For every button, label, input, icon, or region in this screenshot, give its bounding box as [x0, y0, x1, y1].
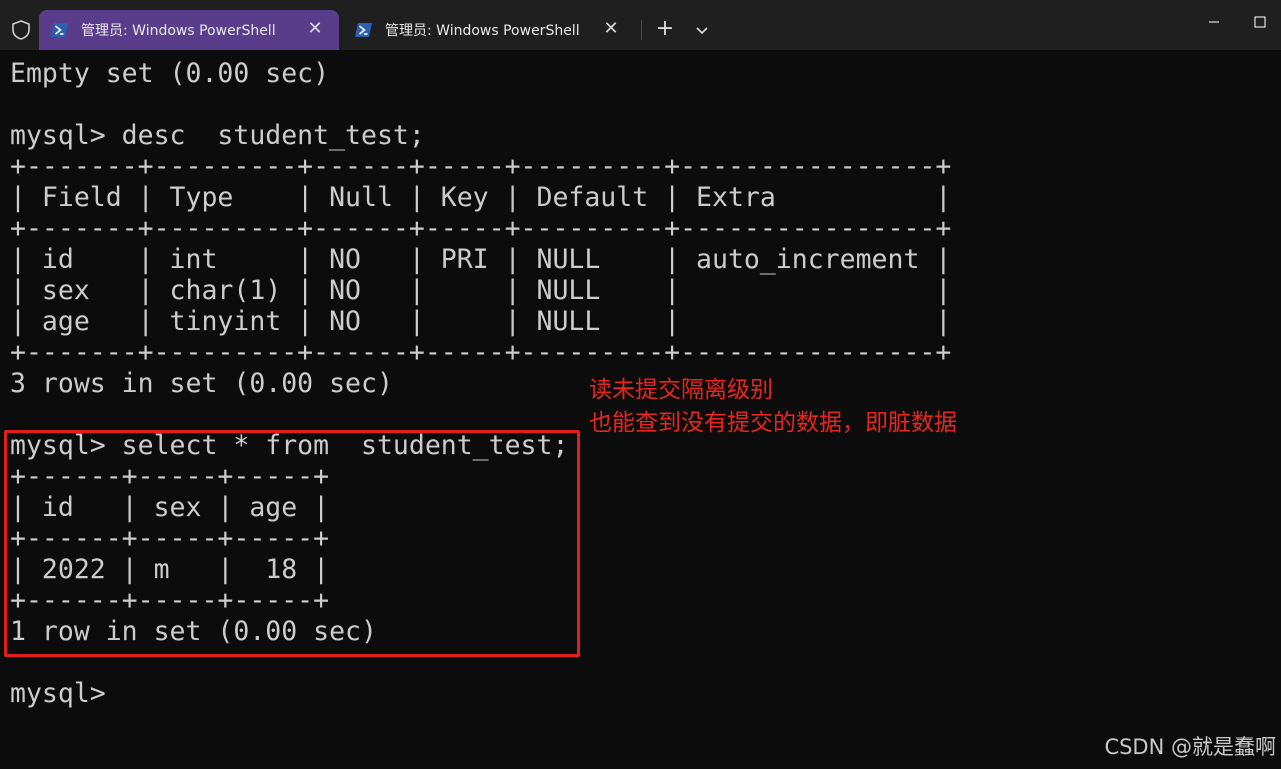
tab-separator	[641, 20, 642, 40]
terminal-line: | Field | Type | Null | Key | Default | …	[10, 182, 952, 213]
tab-title: 管理员: Windows PowerShell	[81, 23, 276, 39]
terminal-line: mysql> desc student_test;	[10, 120, 425, 151]
powershell-icon	[355, 23, 372, 37]
terminal-line: +-------+---------+------+-----+--------…	[10, 213, 952, 244]
tab-powershell-2[interactable]: 管理员: Windows PowerShell ✕	[343, 10, 635, 50]
annotation-line-1: 读未提交隔离级别	[589, 377, 773, 403]
title-bar: 管理员: Windows PowerShell ✕ 管理员: Windows P…	[0, 0, 1281, 50]
terminal-line: +-------+---------+------+-----+--------…	[10, 337, 952, 368]
powershell-icon	[51, 23, 68, 37]
minimize-icon[interactable]	[1191, 0, 1237, 46]
maximize-icon[interactable]	[1237, 0, 1281, 46]
terminal-line: | sex | char(1) | NO | | NULL | |	[10, 275, 952, 306]
new-tab-button[interactable]: +	[652, 14, 678, 44]
chevron-down-icon[interactable]	[690, 20, 714, 40]
tab-powershell-1[interactable]: 管理员: Windows PowerShell ✕	[39, 10, 339, 50]
watermark: CSDN @就是蠢啊	[1104, 735, 1276, 759]
close-tab-icon[interactable]: ✕	[307, 20, 323, 38]
terminal-line: | id | int | NO | PRI | NULL | auto_incr…	[10, 244, 952, 275]
highlight-box	[4, 430, 580, 657]
terminal-prompt: mysql>	[10, 678, 106, 709]
terminal-line: | age | tinyint | NO | | NULL | |	[10, 306, 952, 337]
shield-icon	[12, 20, 30, 40]
terminal-line: Empty set (0.00 sec)	[10, 58, 330, 89]
annotation: 读未提交隔离级别 也能查到没有提交的数据，即脏数据	[589, 374, 957, 440]
terminal-line: +-------+---------+------+-----+--------…	[10, 151, 952, 182]
annotation-line-2: 也能查到没有提交的数据，即脏数据	[589, 410, 957, 436]
tab-title: 管理员: Windows PowerShell	[385, 23, 580, 39]
close-tab-icon[interactable]: ✕	[603, 20, 619, 38]
